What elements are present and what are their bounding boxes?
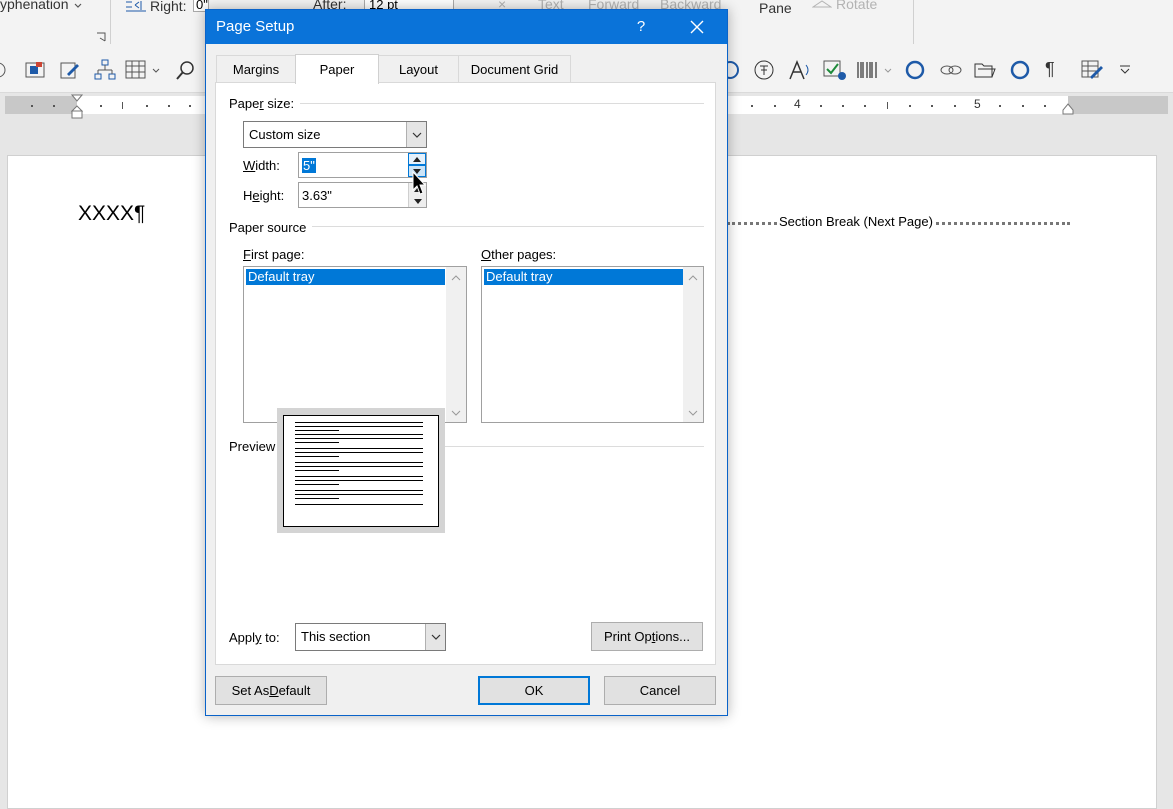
set-as-default-button[interactable]: Set As Default	[215, 676, 327, 705]
tab-label: Paper	[319, 62, 355, 77]
rotate-button[interactable]: Rotate	[836, 0, 877, 12]
width-input[interactable]: 5"	[302, 158, 316, 173]
tab-document-grid[interactable]: Document Grid	[458, 55, 571, 83]
shape-icon[interactable]	[1009, 59, 1031, 81]
close-icon	[690, 20, 704, 34]
chevron-down-icon	[688, 410, 698, 416]
section-break[interactable]: Section Break (Next Page)	[727, 213, 1070, 231]
cancel-button[interactable]: Cancel	[604, 676, 716, 705]
show-formatting-icon[interactable]: ¶	[1045, 59, 1055, 80]
ribbon-divider	[913, 0, 914, 44]
paper-source-label: Paper source	[229, 220, 313, 235]
tab-paper[interactable]: Paper	[295, 54, 379, 84]
tab-label: Layout	[398, 62, 439, 77]
width-stepper[interactable]: 5"	[298, 152, 427, 178]
page-setup-dialog: Page Setup ? Margins Paper Layout Docume…	[205, 9, 728, 716]
page-preview	[283, 415, 439, 527]
other-pages-list[interactable]: Default tray	[481, 266, 704, 423]
ruler-number: 5	[974, 97, 981, 111]
circle-icon[interactable]	[0, 62, 8, 78]
list-item[interactable]: Default tray	[246, 269, 445, 285]
tab-label: Document Grid	[470, 62, 559, 77]
first-page-list[interactable]: Default tray	[243, 266, 467, 423]
chevron-down-icon	[431, 634, 440, 640]
dialog-title: Page Setup	[216, 18, 295, 35]
picture-check-icon[interactable]	[823, 59, 847, 81]
chevron-down-icon	[413, 198, 422, 204]
indent-right-icon	[126, 1, 146, 12]
chevron-up-icon	[451, 275, 461, 281]
scrollbar[interactable]	[446, 267, 466, 422]
scroll-down-button[interactable]	[451, 408, 461, 418]
chevron-up-icon	[413, 156, 421, 162]
ok-button[interactable]: OK	[478, 676, 590, 705]
scroll-up-button[interactable]	[451, 273, 461, 283]
section-break-label: Section Break (Next Page)	[778, 214, 934, 229]
paper-size-label: Paper size:	[229, 96, 301, 111]
tab-margins[interactable]: Margins	[216, 55, 296, 83]
width-label: Width:	[243, 158, 280, 173]
folder-open-icon[interactable]	[974, 60, 996, 80]
org-chart-icon[interactable]	[94, 59, 116, 81]
search-icon[interactable]	[176, 60, 196, 80]
style-gallery-icon[interactable]	[24, 60, 46, 80]
mouse-cursor-icon	[412, 171, 427, 195]
scrollbar[interactable]	[683, 267, 703, 422]
indent-right-label: Right:	[150, 0, 187, 14]
edit-document-icon[interactable]	[59, 60, 81, 80]
indent-marker-icon[interactable]	[71, 94, 83, 120]
dialog-titlebar[interactable]: Page Setup ?	[206, 10, 727, 44]
customize-toolbar-icon[interactable]	[1119, 65, 1131, 75]
width-increase-button[interactable]	[408, 153, 426, 165]
right-indent-marker-icon[interactable]	[1062, 103, 1074, 115]
tab-label: Margins	[232, 62, 280, 77]
close-button[interactable]	[681, 10, 713, 44]
scroll-up-button[interactable]	[688, 273, 698, 283]
rotate-icon	[812, 0, 832, 8]
print-options-button[interactable]: Print Op t ions...	[591, 622, 703, 651]
shape-icon[interactable]	[904, 59, 926, 81]
first-page-label: First page:	[243, 247, 305, 262]
paper-size-dropdown[interactable]: Custom size	[243, 121, 427, 148]
shape-icon[interactable]	[726, 60, 740, 80]
ruler-left-margin	[5, 96, 77, 114]
currency-icon[interactable]	[753, 59, 775, 81]
paper-size-dropdown-button[interactable]	[406, 122, 426, 147]
ribbon-divider	[110, 0, 111, 44]
text-effects-icon[interactable]	[788, 59, 812, 81]
height-input[interactable]: 3.63"	[302, 188, 332, 203]
chevron-down-icon[interactable]	[152, 68, 160, 74]
apply-to-value: This section	[301, 629, 371, 644]
document-text[interactable]: XXXX¶	[78, 202, 145, 226]
chevron-down-icon[interactable]	[884, 68, 892, 74]
chevron-down-icon	[451, 410, 461, 416]
edit-table-icon[interactable]	[1081, 59, 1103, 81]
apply-to-dropdown-button[interactable]	[425, 624, 445, 650]
selection-pane-button[interactable]: Pane	[759, 0, 792, 16]
height-label: Height:	[243, 188, 285, 203]
preview-label: Preview	[229, 439, 282, 454]
list-item[interactable]: Default tray	[484, 269, 683, 285]
height-stepper[interactable]: 3.63"	[298, 182, 427, 208]
help-button[interactable]: ?	[628, 10, 654, 44]
dialog-launcher-icon[interactable]	[96, 32, 106, 42]
chevron-down-icon	[412, 132, 421, 138]
link-icon[interactable]	[939, 60, 963, 80]
other-pages-label: Other pages:	[481, 247, 557, 262]
group-divider	[311, 226, 704, 227]
hyphenation-button[interactable]: yphenation	[0, 0, 82, 12]
ruler-right-margin	[1068, 96, 1168, 114]
table-icon[interactable]	[125, 60, 147, 80]
apply-to-dropdown[interactable]: This section	[295, 623, 446, 651]
group-divider	[296, 103, 704, 104]
chevron-up-icon	[688, 275, 698, 281]
scroll-down-button[interactable]	[688, 408, 698, 418]
chevron-down-icon	[74, 3, 82, 8]
tab-layout[interactable]: Layout	[378, 55, 459, 83]
ruler-number: 4	[794, 97, 801, 111]
barcode-icon[interactable]	[856, 60, 880, 80]
paper-size-value: Custom size	[249, 127, 321, 142]
apply-to-label: Apply to:	[229, 630, 280, 645]
